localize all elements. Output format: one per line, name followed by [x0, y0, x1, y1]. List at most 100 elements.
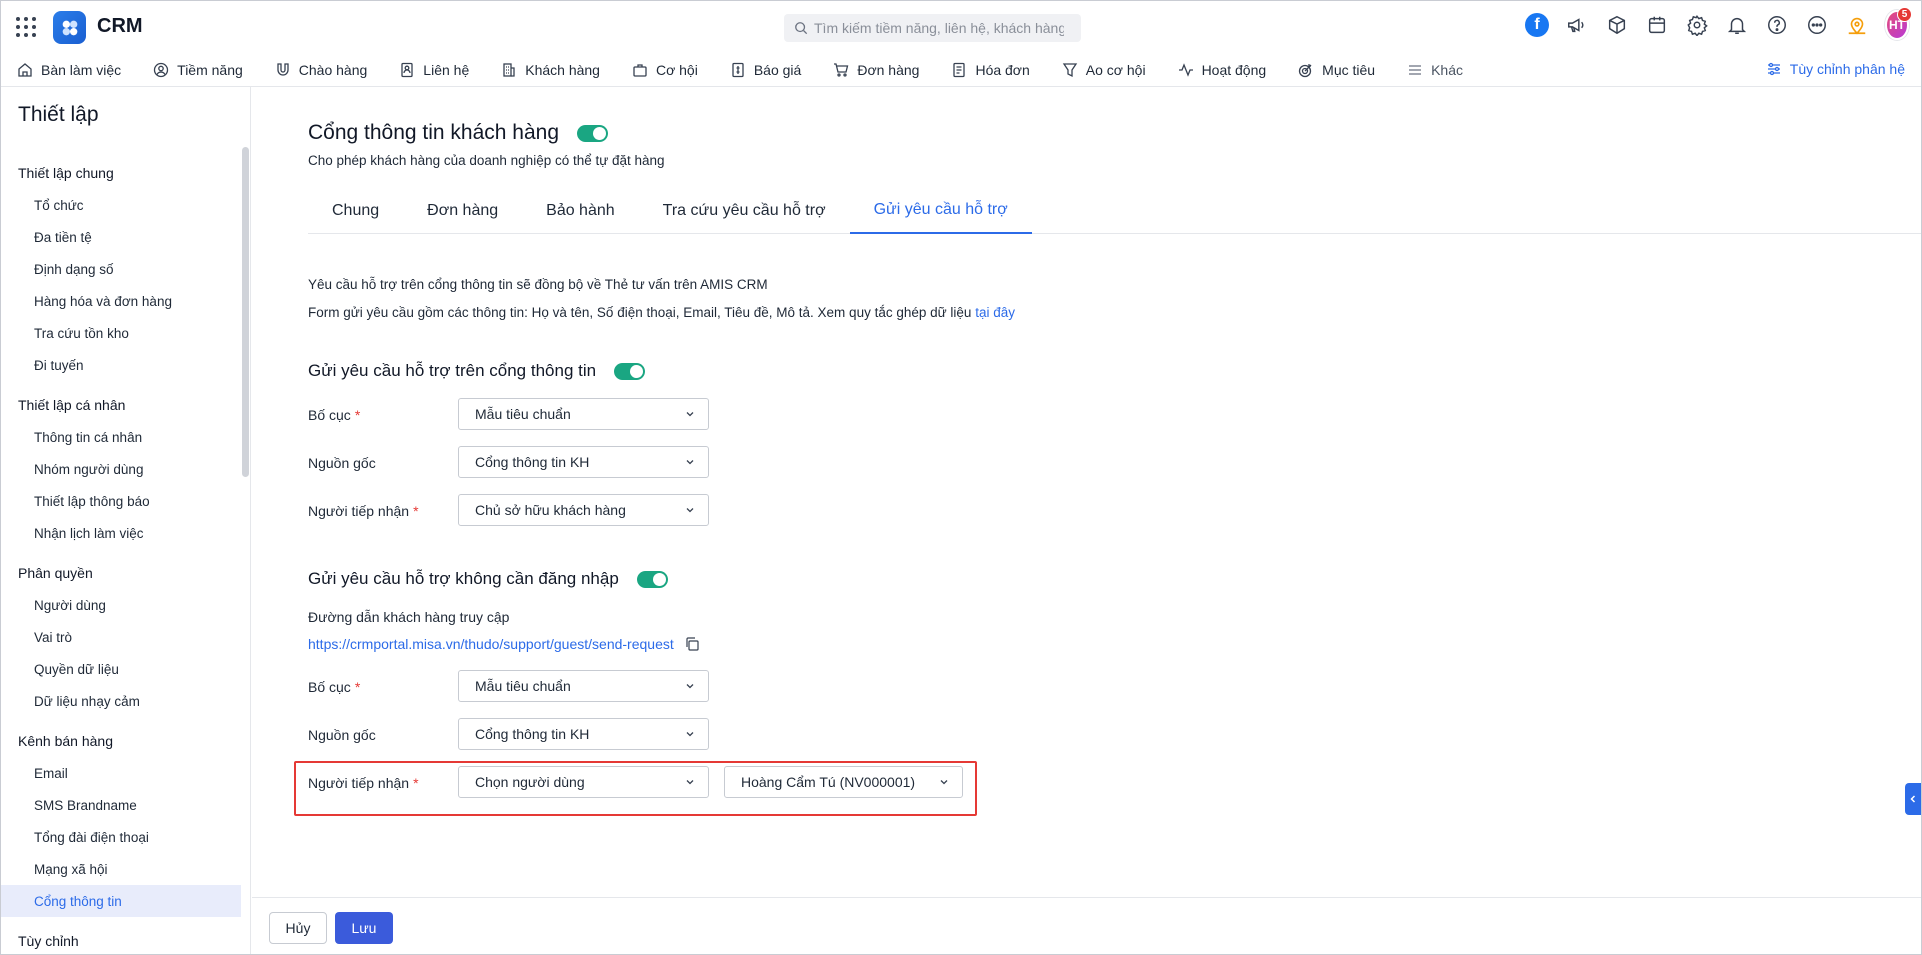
home-icon: [18, 62, 32, 77]
help-icon[interactable]: [1765, 13, 1789, 37]
sidebar-item-sms-brandname[interactable]: SMS Brandname: [1, 789, 241, 821]
nav-item-hoat-dong[interactable]: Hoạt động: [1178, 62, 1266, 78]
nav-item-lien-he[interactable]: Liên hệ: [399, 62, 469, 78]
side-panel-toggle[interactable]: [1905, 783, 1921, 815]
bell-icon[interactable]: [1725, 13, 1749, 37]
user-circle-icon: [154, 62, 169, 77]
nav-item-hoa-don[interactable]: Hóa đơn: [951, 62, 1030, 78]
tab-bao-hanh[interactable]: Bảo hành: [522, 187, 639, 234]
chevron-down-icon: [686, 780, 694, 785]
nav-item-ao-co-hoi[interactable]: Ao cơ hội: [1062, 62, 1146, 78]
guest-support-toggle[interactable]: [636, 570, 668, 588]
nav-item-khach-hang[interactable]: Khách hàng: [501, 62, 600, 78]
source-select[interactable]: Cổng thông tin KH: [458, 446, 709, 478]
megaphone-icon[interactable]: [1565, 13, 1589, 37]
guest-receiver-type-select[interactable]: Chọn người dùng: [458, 766, 709, 798]
nav-item-khac[interactable]: Khác: [1407, 62, 1463, 78]
sidebar-group-label: Kênh bán hàng: [18, 733, 113, 749]
access-link-label: Đường dẫn khách hàng truy cập: [308, 609, 510, 625]
chevron-down-icon: [940, 780, 948, 785]
sliders-icon: [1767, 62, 1780, 76]
building-icon: [503, 62, 515, 77]
nav-item-muc-tieu[interactable]: Mục tiêu: [1298, 62, 1375, 78]
sidebar-scrollbar[interactable]: [242, 147, 249, 477]
chevron-left-icon: [1910, 795, 1916, 803]
customize-modules-link[interactable]: Tùy chỉnh phân hệ: [1766, 61, 1905, 77]
chevron-down-icon: [686, 460, 694, 465]
sidebar-item-mang-xa-hoi[interactable]: Mạng xã hội: [1, 853, 241, 885]
search-input[interactable]: [814, 20, 1064, 36]
nav-item-bao-gia[interactable]: Báo giá: [730, 62, 801, 78]
save-button[interactable]: Lưu: [335, 912, 393, 944]
sidebar-item-thiet-lap-thong-bao[interactable]: Thiết lập thông báo: [1, 485, 241, 517]
sidebar-item-quyen-du-lieu[interactable]: Quyền dữ liệu: [1, 653, 241, 685]
sidebar-item-du-lieu-nhay-cam[interactable]: Dữ liệu nhạy cảm: [1, 685, 241, 717]
cancel-button[interactable]: Hủy: [269, 912, 327, 944]
calendar-icon[interactable]: [1645, 13, 1669, 37]
sidebar-item-da-tien-te[interactable]: Đa tiền tệ: [1, 221, 241, 253]
sidebar-item-email[interactable]: Email: [1, 757, 241, 789]
sidebar-item-nguoi-dung[interactable]: Người dùng: [1, 589, 241, 621]
package-search-icon[interactable]: [1605, 13, 1629, 37]
sidebar-item-vai-tro[interactable]: Vai trò: [1, 621, 241, 653]
layout-select[interactable]: Mẫu tiêu chuẩn: [458, 398, 709, 430]
tab-don-hang[interactable]: Đơn hàng: [403, 187, 522, 234]
sidebar-item-nhom-nguoi-dung[interactable]: Nhóm người dùng: [1, 453, 241, 485]
checkin-location-icon[interactable]: [1845, 13, 1869, 37]
nav-item-don-hang[interactable]: Đơn hàng: [833, 62, 919, 78]
sidebar-item-di-tuyen[interactable]: Đi tuyến: [1, 349, 241, 381]
app-title: CRM: [97, 15, 143, 37]
sidebar-title: Thiết lập: [18, 103, 99, 126]
section-title: Gửi yêu cầu hỗ trợ không cần đăng nhập: [308, 569, 619, 588]
sidebar-item-tong-dai[interactable]: Tổng đài điện thoại: [1, 821, 241, 853]
nav-item-co-hoi[interactable]: Cơ hội: [632, 62, 698, 78]
menu-icon: [1409, 64, 1422, 75]
contact-card-icon: [401, 62, 413, 77]
guest-source-select[interactable]: Cổng thông tin KH: [458, 718, 709, 750]
nav-item-chao-hang[interactable]: Chào hàng: [275, 62, 367, 78]
tab-tra-cuu-yeu-cau[interactable]: Tra cứu yêu cầu hỗ trợ: [639, 187, 850, 234]
sidebar-item-thong-tin-ca-nhan[interactable]: Thông tin cá nhân: [1, 421, 241, 453]
app-launcher-icon[interactable]: [16, 17, 36, 37]
sidebar-item-nhan-lich-lam-viec[interactable]: Nhận lịch làm việc: [1, 517, 241, 549]
facebook-icon[interactable]: f: [1525, 13, 1549, 37]
sidebar-item-to-chuc[interactable]: Tổ chức: [1, 189, 241, 221]
section-guest-support: Gửi yêu cầu hỗ trợ không cần đăng nhập: [308, 569, 668, 589]
guest-receiver-user-select[interactable]: Hoàng Cẩm Tú (NV000001): [724, 766, 963, 798]
chevron-down-icon: [686, 732, 694, 737]
action-footer: Hủy Lưu: [252, 897, 1921, 954]
chevron-down-icon: [686, 412, 694, 417]
form-label: Nguồn gốc: [308, 455, 376, 471]
form-label: Người tiếp nhận *: [308, 775, 419, 791]
form-label: Người tiếp nhận *: [308, 503, 419, 519]
receiver-select[interactable]: Chủ sở hữu khách hàng: [458, 494, 709, 526]
global-search[interactable]: [784, 14, 1081, 42]
cart-icon: [834, 62, 849, 77]
main-content: Cổng thông tin khách hàng Cho phép khách…: [252, 87, 1921, 897]
tab-gui-yeu-cau[interactable]: Gửi yêu cầu hỗ trợ: [849, 187, 1032, 234]
user-avatar[interactable]: HT 5: [1885, 7, 1912, 40]
copy-icon[interactable]: [684, 636, 700, 652]
access-link[interactable]: https://crmportal.misa.vn/thudo/support/…: [308, 636, 700, 652]
nav-item-ban-lam-viec[interactable]: Bàn làm việc: [17, 62, 121, 78]
sidebar-group-label: Thiết lập cá nhân: [18, 397, 126, 413]
section-portal-support: Gửi yêu cầu hỗ trợ trên cổng thông tin: [308, 361, 646, 381]
nav-item-tiem-nang[interactable]: Tiềm năng: [153, 62, 243, 78]
gear-icon[interactable]: [1685, 13, 1709, 37]
notification-badge: 5: [1897, 7, 1912, 22]
portal-support-toggle[interactable]: [614, 362, 646, 380]
sidebar-item-tra-cuu-ton-kho[interactable]: Tra cứu tồn kho: [1, 317, 241, 349]
activity-icon: [1178, 62, 1193, 77]
sidebar-item-hang-hoa[interactable]: Hàng hóa và đơn hàng: [1, 285, 241, 317]
target-icon: [1299, 63, 1312, 77]
more-options-icon[interactable]: [1805, 13, 1829, 37]
sidebar-group-label: Phân quyền: [18, 565, 93, 581]
guest-layout-select[interactable]: Mẫu tiêu chuẩn: [458, 670, 709, 702]
settings-tabs: Chung Đơn hàng Bảo hành Tra cứu yêu cầu …: [308, 187, 1921, 234]
sidebar-item-cong-thong-tin[interactable]: Cổng thông tin: [1, 885, 241, 917]
form-label: Nguồn gốc: [308, 727, 376, 743]
portal-enable-toggle[interactable]: [577, 124, 609, 142]
tab-chung[interactable]: Chung: [308, 187, 403, 234]
rules-link[interactable]: tại đây: [975, 305, 1015, 320]
sidebar-item-dinh-dang-so[interactable]: Định dạng số: [1, 253, 241, 285]
